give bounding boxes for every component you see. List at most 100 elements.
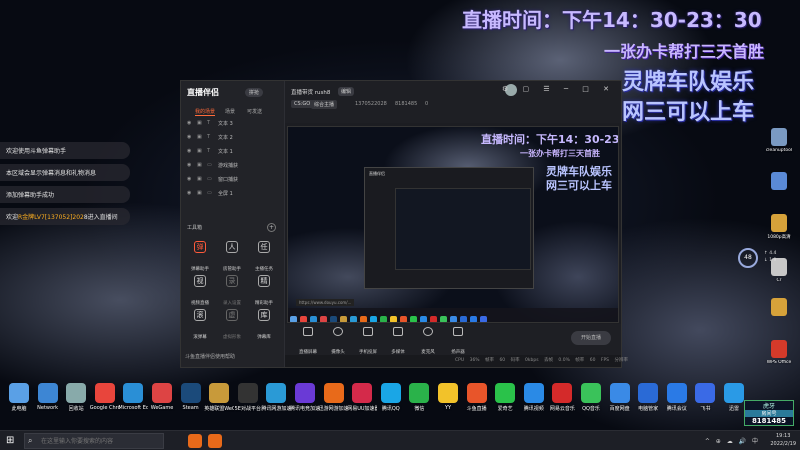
desktop-icon-label: Google Chrome [89,405,120,411]
media-button[interactable]: 多媒体 [385,327,411,357]
desktop-icon[interactable]: 腾讯电竞加速器 [290,383,320,412]
desktop-icon[interactable]: Microsoft Edge [118,383,148,411]
tool-danmu-helper[interactable]: 弹弹幕助手 [185,239,215,272]
desktop-icon-label: YY [444,405,452,411]
desktop-icon[interactable]: Google Chrome [90,383,120,411]
tool-scroll-danmu[interactable]: 滚滚弹幕 [185,307,215,340]
source-item[interactable]: ◉ ▣ T 文本 1 [185,147,281,157]
tool-room-manager[interactable]: 人房管助手 [217,239,247,272]
mini-app-icon [400,316,407,322]
windows-start-icon[interactable]: ⊞ [6,435,18,447]
desktop-icon[interactable]: 1080p高清 [762,214,796,240]
search-icon: ⌕ [28,436,33,445]
screen-capture-button[interactable]: 直播屏幕 [295,327,321,357]
game-tag[interactable]: CS:GO [291,100,314,108]
desktop-icon[interactable]: 飞书 [690,383,720,412]
desktop-icon[interactable]: 网易UU加速器 [347,383,377,412]
library-icon: 库 [258,309,270,321]
desktop-icon[interactable]: WPS Office [762,340,796,365]
stream-preview[interactable]: 直播时间：下午14：30-23：30 一张办卡帮打三天首胜 灵牌车队娱乐 网三可… [287,126,619,323]
desktop-icon[interactable]: 爱奇艺 [490,383,520,412]
tab-send[interactable]: 可发送 [247,108,262,115]
taskbar-app-douyu[interactable] [188,434,202,448]
app-icon [380,383,401,403]
app-icon [609,383,630,403]
app-icon [466,383,487,403]
lock-icon: ▣ [197,176,202,182]
desktop-icon[interactable]: Steam [176,383,206,411]
tool-record-settings[interactable]: 录录入设置 [217,273,247,306]
desktop-icon[interactable]: 腾讯会议 [662,383,692,412]
tab-scene[interactable]: 场景 [225,108,235,115]
taskbar-clock[interactable]: 19:13 2022/2/19 [770,432,796,448]
source-item[interactable]: ◉ ▣ T 文本 2 [185,133,281,143]
tool-virtual-avatar[interactable]: 虚虚拟形象 [217,307,247,340]
desktop-icon[interactable]: 网易云音乐 [547,383,577,412]
camera-button[interactable]: 摄像头 [325,327,351,357]
logo-badge[interactable]: 拼抢 [245,88,264,97]
preview-net-overlay: 网三可以上车 [546,179,612,192]
microphone-button[interactable]: 麦克风 [415,327,441,357]
phone-cast-button[interactable]: 手机投屏 [355,327,381,357]
add-tool-button[interactable]: + [267,223,276,232]
speaker-button[interactable]: 扬声器 [445,327,471,357]
desktop-icon[interactable]: 回收站 [61,383,91,412]
desktop-icon[interactable]: 迅雷 [719,383,749,412]
desktop-icon[interactable] [762,172,796,192]
window-controls[interactable]: ⚙ ▢ ☰ ─ □ ✕ [502,85,615,93]
category-tag[interactable]: 综合主播 [311,100,338,109]
help-link[interactable]: 斗鱼直播伴侣使用帮助 [185,353,235,360]
desktop-icon[interactable]: YY [433,383,463,411]
source-item[interactable]: ◉ ▣ T 文本 3 [185,119,281,129]
tool-highlight-helper[interactable]: 精精彩助手 [249,273,279,306]
desktop-icon[interactable] [762,298,796,318]
desktop-icon[interactable]: 腾讯QQ [376,383,406,412]
eye-icon: ◉ [187,134,192,140]
desktop-icon-label: 腾讯会议 [666,406,687,412]
chat-message: 本区域会显示弹幕消息和礼物消息 [0,164,130,181]
desktop-icon[interactable]: 迅游网游加速器 [319,383,349,412]
desktop-icon-label: Microsoft Edge [118,405,149,411]
desktop-icon-label: 飞书 [700,406,711,412]
edit-button[interactable]: 编辑 [338,87,355,96]
taskbar-app-live-companion[interactable] [208,434,222,448]
desktop-icon[interactable]: WeGame [147,383,177,411]
start-live-button[interactable]: 开始直播 [571,331,611,345]
source-item[interactable]: ◉ ▣ ▭ 游戏捕获 [185,161,281,171]
app-icon [438,383,458,403]
tool-anchor-task[interactable]: 任主播任务 [249,239,279,272]
desktop-icon[interactable]: 此电脑 [4,383,34,412]
desktop-icon[interactable]: QQ音乐 [576,383,606,412]
desktop-icon[interactable]: 腾讯网游加速器 [261,383,291,412]
source-item[interactable]: ◉ ▣ ▭ 窗口捕获 [185,175,281,185]
desktop-icon[interactable]: 腾讯视频 [519,383,549,412]
eye-icon: ◉ [187,148,192,154]
user-icon: 人 [226,241,238,253]
desktop-icon-label: 英雄联盟WeGame版 [204,406,235,412]
app-icon [352,383,373,403]
app-icon [323,383,344,403]
sidebar: 直播伴侣 拼抢 我的场景 场景 可发送 ◉ ▣ T 文本 3 ◉ ▣ T 文本 2 ◉ ▣ T 文… [181,81,285,367]
video-icon: 视 [194,275,206,287]
tool-danmu-library[interactable]: 库弹幕库 [249,307,279,340]
desktop-icon[interactable]: 5E对战平台 [233,383,263,412]
desktop-icon[interactable]: 百度网盘 [605,383,635,412]
source-item[interactable]: ◉ ▣ ▭ 全屏 1 [185,189,281,199]
desktop-icon[interactable]: 英雄联盟WeGame版 [204,383,234,412]
media-icon [393,327,403,336]
desktop-icon[interactable]: cleanuptool [762,128,796,153]
tab-my-scene[interactable]: 我的场景 [195,108,216,116]
nested-preview-canvas [395,188,531,270]
system-tray[interactable]: ^ ⊕ ☁ 🔊 中 [705,436,760,445]
desktop-icon[interactable]: 电脑管家 [633,383,663,412]
tool-video-live[interactable]: 视视频直播 [185,273,215,306]
desktop-icon-label: 微信 [414,406,425,412]
desktop-icon-label: 腾讯视频 [523,406,544,412]
taskbar-search-input[interactable] [24,433,164,449]
desktop-icon[interactable]: Network [33,383,63,411]
desktop-icon[interactable]: 微信 [404,383,434,412]
control-bar: 直播屏幕 摄像头 手机投屏 多媒体 麦克风 扬声器 开始直播 [285,324,621,356]
desktop-icon[interactable]: 斗鱼直播 [462,383,492,412]
danmu-icon: 弹 [194,241,206,253]
app-icon [180,383,201,403]
